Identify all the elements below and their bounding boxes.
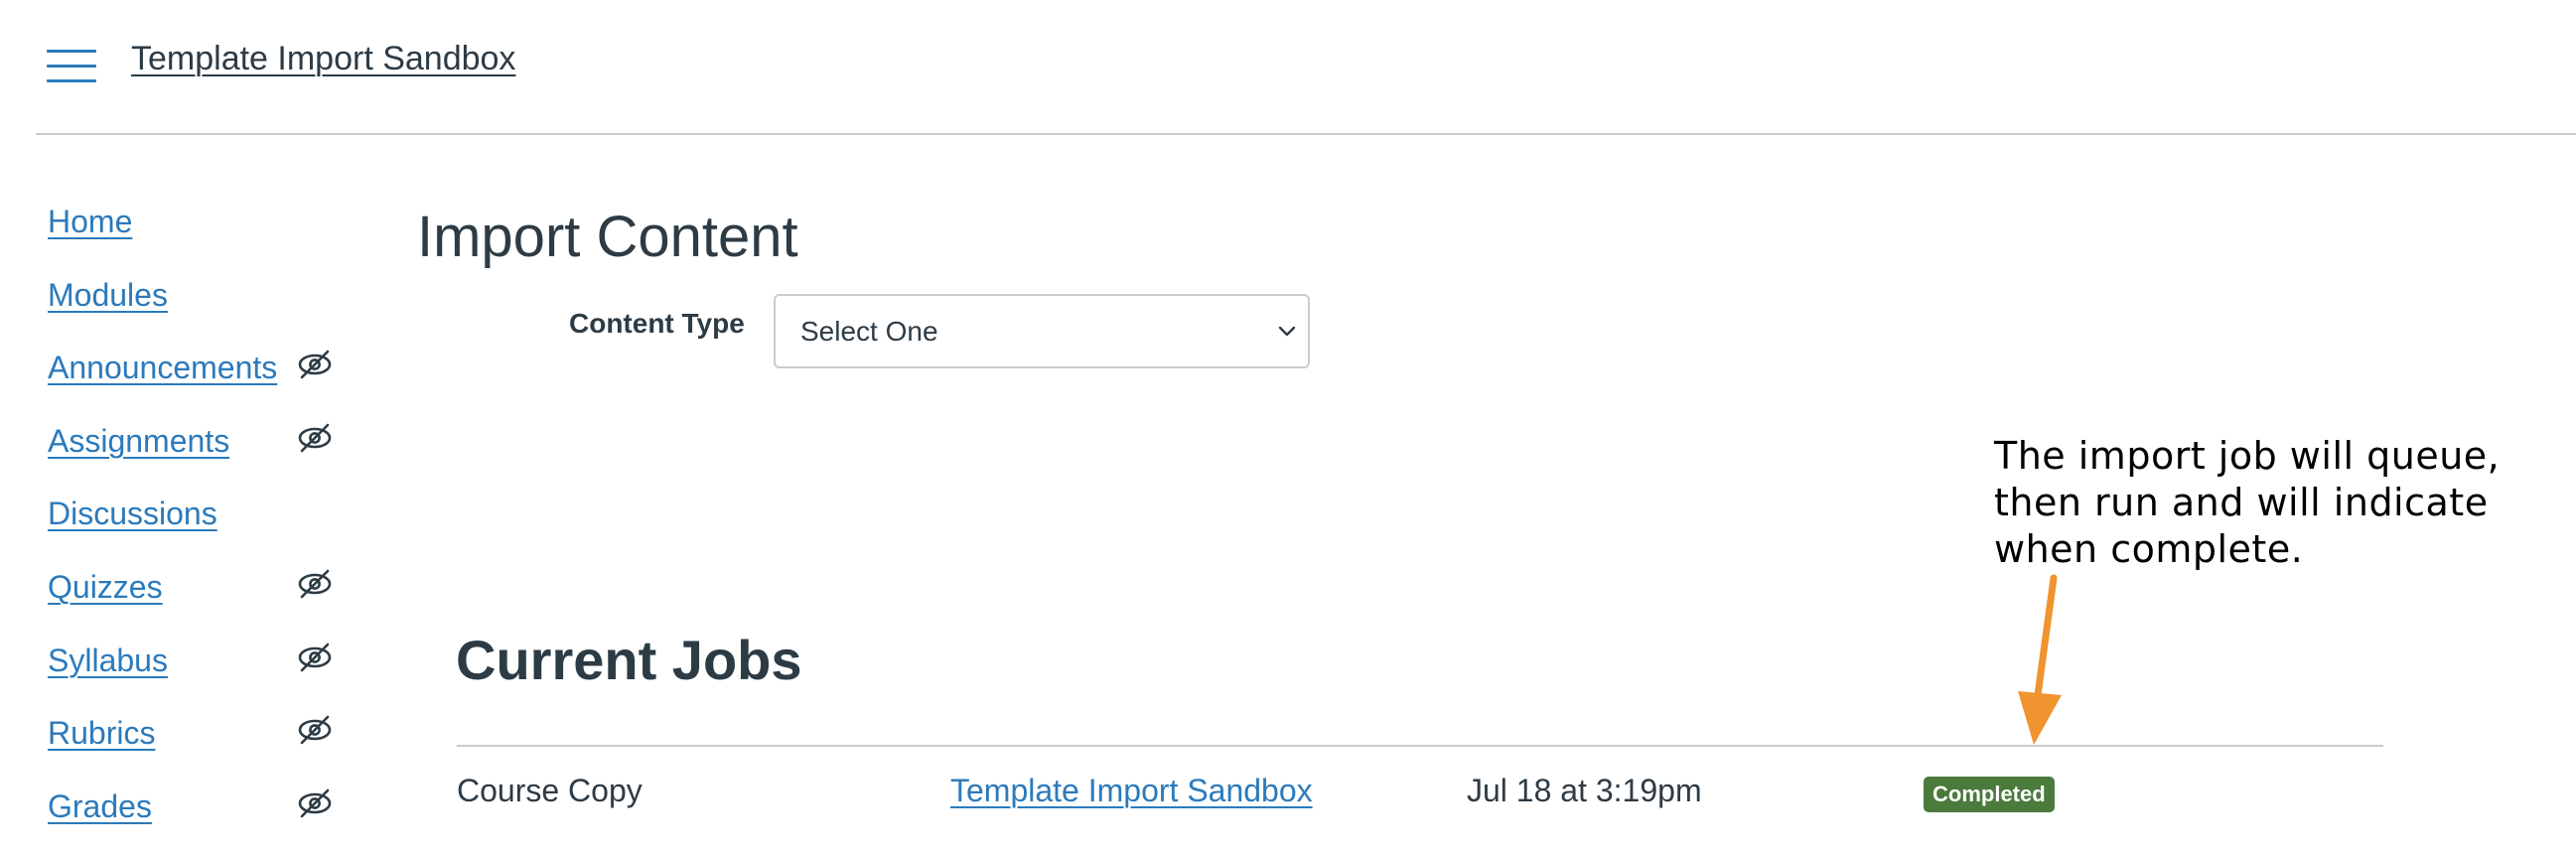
chevron-down-icon <box>1276 324 1298 340</box>
sidebar-item-modules: Modules <box>48 257 346 331</box>
table-row: Course Copy Template Import Sandbox Jul … <box>0 771 2576 820</box>
sidebar-link-discussions[interactable]: Discussions <box>48 496 217 532</box>
sidebar-link-quizzes[interactable]: Quizzes <box>48 569 163 606</box>
sidebar-link-announcements[interactable]: Announcements <box>48 350 277 386</box>
content-type-label: Content Type <box>569 308 745 339</box>
annotation-callout: The import job will queue, then run and … <box>1994 434 2501 571</box>
course-navigation: Home Modules Announcements Assignments D… <box>48 184 346 841</box>
page-title: Import Content <box>417 205 798 269</box>
jobs-divider <box>457 745 2383 747</box>
sidebar-link-modules[interactable]: Modules <box>48 277 168 314</box>
sidebar-item-rubrics: Rubrics <box>48 695 346 769</box>
job-type: Course Copy <box>457 773 643 808</box>
job-date: Jul 18 at 3:19pm <box>1467 773 1702 808</box>
eye-slash-icon[interactable] <box>296 641 334 674</box>
eye-slash-icon[interactable] <box>296 348 334 381</box>
sidebar-item-discussions: Discussions <box>48 476 346 549</box>
eye-slash-icon[interactable] <box>296 713 334 747</box>
status-badge: Completed <box>1924 777 2055 812</box>
content-type-select[interactable]: Select One <box>774 294 1310 368</box>
header-divider <box>36 133 2576 135</box>
sidebar-item-home: Home <box>48 184 346 257</box>
sidebar-item-syllabus: Syllabus <box>48 623 346 696</box>
eye-slash-icon[interactable] <box>296 567 334 601</box>
job-source-link[interactable]: Template Import Sandbox <box>950 773 1313 809</box>
annotation-arrow-icon <box>2018 574 2062 745</box>
content-type-selected-value: Select One <box>800 316 938 347</box>
sidebar-item-assignments: Assignments <box>48 403 346 477</box>
course-title-link[interactable]: Template Import Sandbox <box>131 40 515 78</box>
sidebar-link-assignments[interactable]: Assignments <box>48 423 229 460</box>
current-jobs-heading: Current Jobs <box>456 629 802 691</box>
sidebar-link-syllabus[interactable]: Syllabus <box>48 642 168 679</box>
sidebar-item-quizzes: Quizzes <box>48 549 346 623</box>
eye-slash-icon[interactable] <box>296 421 334 455</box>
hamburger-menu-icon[interactable] <box>47 50 96 83</box>
sidebar-link-rubrics[interactable]: Rubrics <box>48 715 155 752</box>
sidebar-link-home[interactable]: Home <box>48 204 132 240</box>
sidebar-item-announcements: Announcements <box>48 330 346 403</box>
